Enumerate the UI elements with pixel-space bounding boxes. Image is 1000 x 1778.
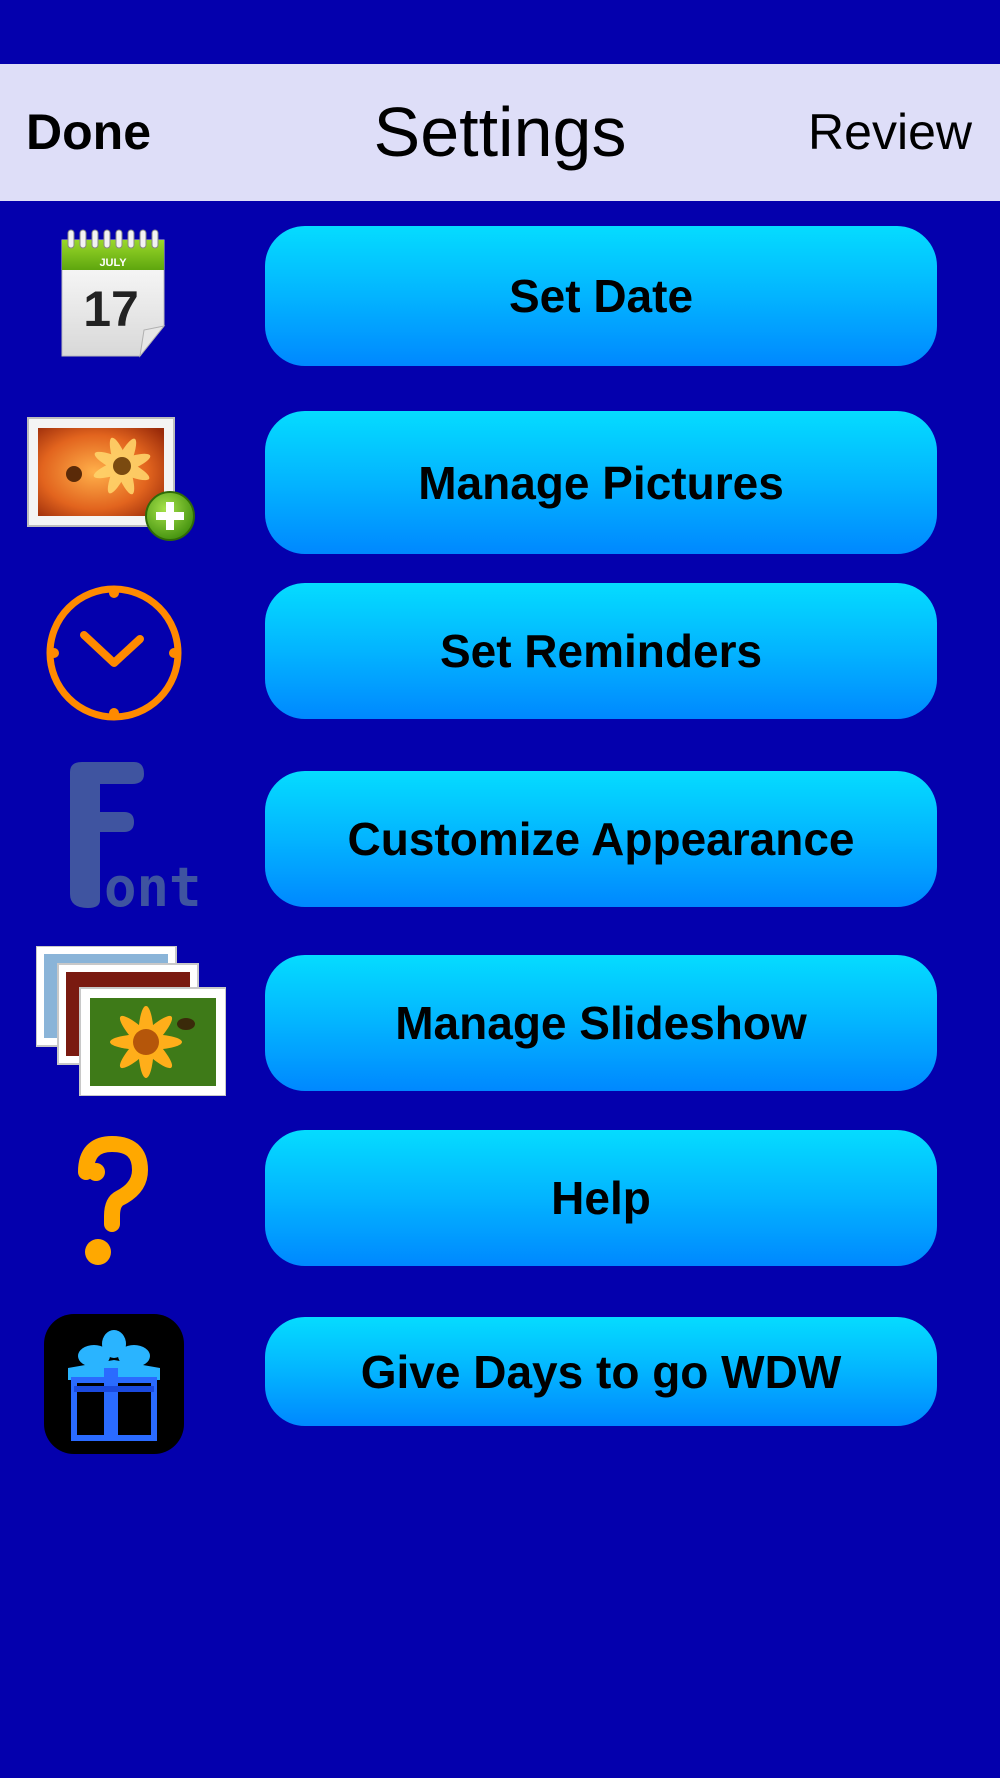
help-button[interactable]: Help — [265, 1130, 937, 1266]
done-button[interactable]: Done — [26, 64, 151, 201]
manage-pictures-button[interactable]: Manage Pictures — [265, 411, 937, 554]
font-icon-text: ont — [104, 856, 202, 914]
calendar-icon: JULY 17 — [58, 226, 170, 358]
font-icon: ont — [60, 754, 224, 919]
calendar-day-text: 17 — [83, 281, 139, 337]
calendar-month-text: JULY — [99, 257, 127, 269]
question-mark-icon — [76, 1135, 149, 1268]
set-reminders-button[interactable]: Set Reminders — [265, 583, 937, 719]
set-date-button[interactable]: Set Date — [265, 226, 937, 366]
give-days-to-go-wdw-button[interactable]: Give Days to go WDW — [265, 1317, 937, 1426]
navigation-bar: Done Settings Review — [0, 64, 1000, 201]
customize-appearance-button[interactable]: Customize Appearance — [265, 771, 937, 907]
gift-icon — [44, 1314, 184, 1454]
manage-slideshow-button[interactable]: Manage Slideshow — [265, 955, 937, 1091]
add-picture-icon — [26, 416, 200, 544]
status-bar — [0, 0, 1000, 64]
clock-icon — [44, 583, 184, 723]
review-button[interactable]: Review — [808, 64, 972, 201]
slideshow-photos-icon — [35, 945, 227, 1097]
